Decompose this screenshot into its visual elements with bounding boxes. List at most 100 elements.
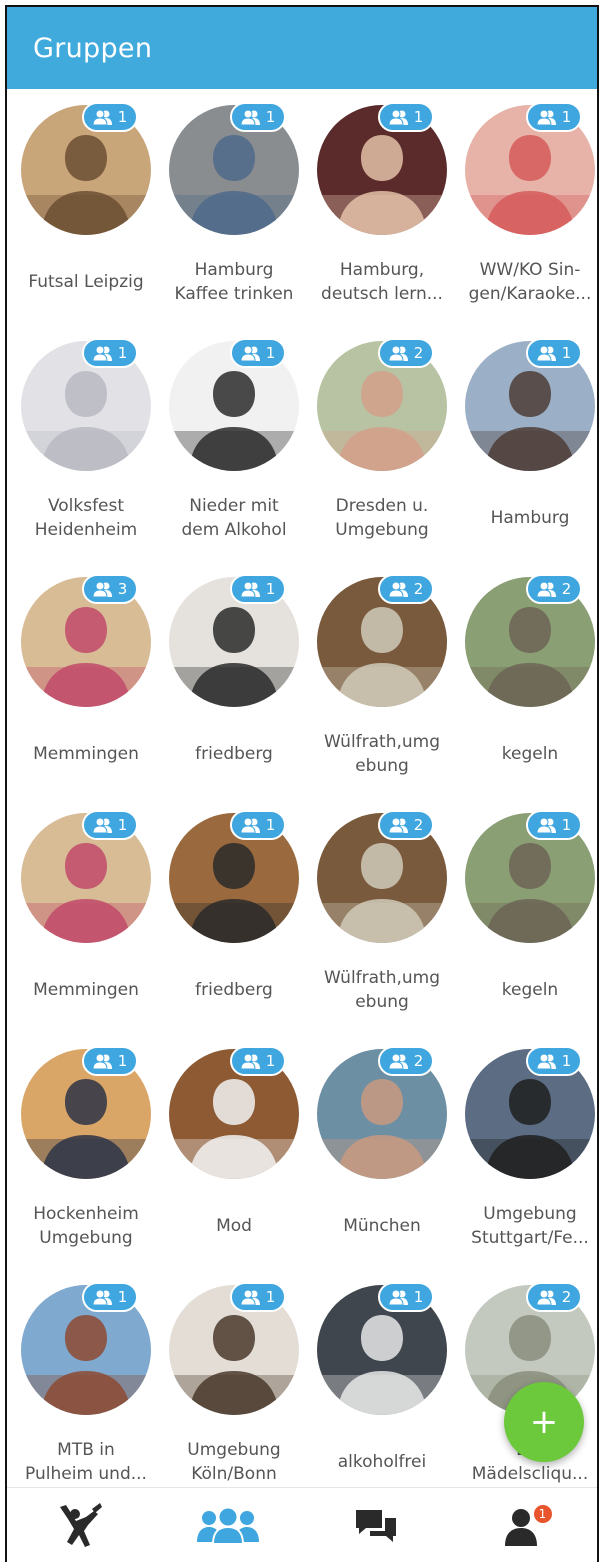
member-count-badge: 1 [230, 574, 286, 604]
member-count-badge: 1 [82, 1282, 138, 1312]
group-tile[interactable]: 1 friedberg [160, 561, 308, 797]
members-icon [240, 109, 260, 125]
group-name: kegeln [501, 744, 559, 764]
group-tile[interactable]: 1 Umgebung Köln/Bonn [160, 1269, 308, 1487]
group-tile[interactable]: 1 Umgebung Stuttgart/Fe... [456, 1033, 597, 1269]
members-icon [536, 817, 556, 833]
group-name: München [343, 1216, 421, 1236]
member-count: 2 [413, 580, 424, 598]
member-count-badge: 1 [230, 1282, 286, 1312]
group-name: Nieder mit dem Alkohol [181, 496, 287, 540]
group-tile[interactable]: 2 Wülfrath,umg ebung [308, 797, 456, 1033]
group-tile[interactable]: 2 Dresden u. Umgebung [308, 325, 456, 561]
group-name: alkoholfrei [337, 1452, 427, 1472]
dancer-icon [59, 1503, 102, 1547]
group-name: Hockenheim Umgebung [33, 1204, 139, 1248]
member-count-badge: 2 [526, 574, 582, 604]
group-name: Memmingen [33, 744, 139, 764]
members-icon [92, 109, 112, 125]
member-count-badge: 1 [82, 338, 138, 368]
group-tile[interactable]: 1 WW/KO Sin- gen/Karaoke... [456, 89, 597, 325]
member-count: 1 [561, 344, 572, 362]
members-icon [388, 345, 408, 361]
group-name: Hamburg [490, 508, 570, 528]
group-tile[interactable]: 1 Hamburg, deutsch lern... [308, 89, 456, 325]
members-icon [240, 581, 260, 597]
group-name: WW/KO Sin- gen/Karaoke... [468, 260, 592, 304]
members-icon [240, 817, 260, 833]
group-name: friedberg [195, 980, 273, 1000]
member-count-badge: 1 [82, 1046, 138, 1076]
add-group-button[interactable]: + [504, 1382, 584, 1462]
member-count-badge: 3 [82, 574, 138, 604]
page-title: Gruppen [33, 32, 153, 64]
member-count-badge: 1 [230, 1046, 286, 1076]
group-name: kegeln [501, 980, 559, 1000]
app-frame: Gruppen 1 Futsal Leipzig 1 Hamburg Kaffee t… [5, 5, 599, 1562]
tab-profile[interactable]: 1 [450, 1488, 598, 1562]
group-tile[interactable]: 1 Memmingen [12, 797, 160, 1033]
group-name: Memmingen [33, 980, 139, 1000]
member-count: 2 [413, 344, 424, 362]
member-count: 1 [265, 1052, 276, 1070]
group-tile[interactable]: 1 Hockenheim Umgebung [12, 1033, 160, 1269]
member-count-badge: 1 [526, 338, 582, 368]
group-tile[interactable]: 1 Hamburg [456, 325, 597, 561]
group-tile[interactable]: 2 Wülfrath,umg ebung [308, 561, 456, 797]
members-icon [388, 581, 408, 597]
group-tile[interactable]: 1 MTB in Pulheim und... [12, 1269, 160, 1487]
member-count: 1 [561, 1052, 572, 1070]
member-count: 1 [265, 108, 276, 126]
tab-groups[interactable] [155, 1488, 303, 1562]
member-count: 1 [117, 1288, 128, 1306]
group-name: friedberg [195, 744, 273, 764]
group-name: Volksfest Heidenheim [34, 496, 138, 540]
members-icon [92, 1289, 112, 1305]
tab-activities[interactable] [7, 1488, 155, 1562]
member-count-badge: 2 [378, 338, 434, 368]
tab-chat[interactable] [302, 1488, 450, 1562]
member-count: 2 [561, 580, 572, 598]
group-tile[interactable]: 1 Futsal Leipzig [12, 89, 160, 325]
group-tile[interactable]: 1 kegeln [456, 797, 597, 1033]
member-count: 1 [561, 108, 572, 126]
group-tile[interactable]: 1 alkoholfrei [308, 1269, 456, 1487]
member-count-badge: 2 [378, 1046, 434, 1076]
group-tile[interactable]: 1 Hamburg Kaffee trinken [160, 89, 308, 325]
members-icon [536, 1289, 556, 1305]
member-count-badge: 1 [378, 1282, 434, 1312]
member-count-badge: 2 [378, 574, 434, 604]
group-tile[interactable]: 1 Volksfest Heidenheim [12, 325, 160, 561]
members-icon [240, 1053, 260, 1069]
member-count: 1 [117, 1052, 128, 1070]
members-icon [240, 345, 260, 361]
groups-icon [197, 1508, 260, 1545]
member-count: 3 [117, 580, 128, 598]
group-tile[interactable]: 1 Nieder mit dem Alkohol [160, 325, 308, 561]
member-count: 1 [265, 1288, 276, 1306]
groups-grid: 1 Futsal Leipzig 1 Hamburg Kaffee trinken 1 H… [7, 89, 597, 1487]
members-icon [388, 1289, 408, 1305]
members-icon [92, 581, 112, 597]
group-name: Futsal Leipzig [28, 272, 144, 292]
group-name: Dresden u. Umgebung [335, 496, 429, 540]
member-count: 1 [265, 580, 276, 598]
bottom-tab-bar: 1 [7, 1487, 597, 1562]
group-tile[interactable]: 1 friedberg [160, 797, 308, 1033]
member-count-badge: 1 [526, 1046, 582, 1076]
member-count-badge: 1 [230, 338, 286, 368]
group-tile[interactable]: 2 kegeln [456, 561, 597, 797]
member-count: 1 [117, 816, 128, 834]
member-count: 2 [561, 1288, 572, 1306]
member-count: 2 [413, 816, 424, 834]
group-tile[interactable]: 1 Mod [160, 1033, 308, 1269]
notification-badge: 1 [531, 1503, 554, 1525]
members-icon [388, 1053, 408, 1069]
member-count-badge: 1 [82, 810, 138, 840]
member-count: 1 [413, 108, 424, 126]
group-tile[interactable]: 3 Memmingen [12, 561, 160, 797]
group-name: MTB in Pulheim und... [25, 1440, 147, 1484]
group-tile[interactable]: 2 München [308, 1033, 456, 1269]
app-header: Gruppen [7, 7, 597, 89]
group-name: Umgebung Stuttgart/Fe... [471, 1204, 589, 1248]
